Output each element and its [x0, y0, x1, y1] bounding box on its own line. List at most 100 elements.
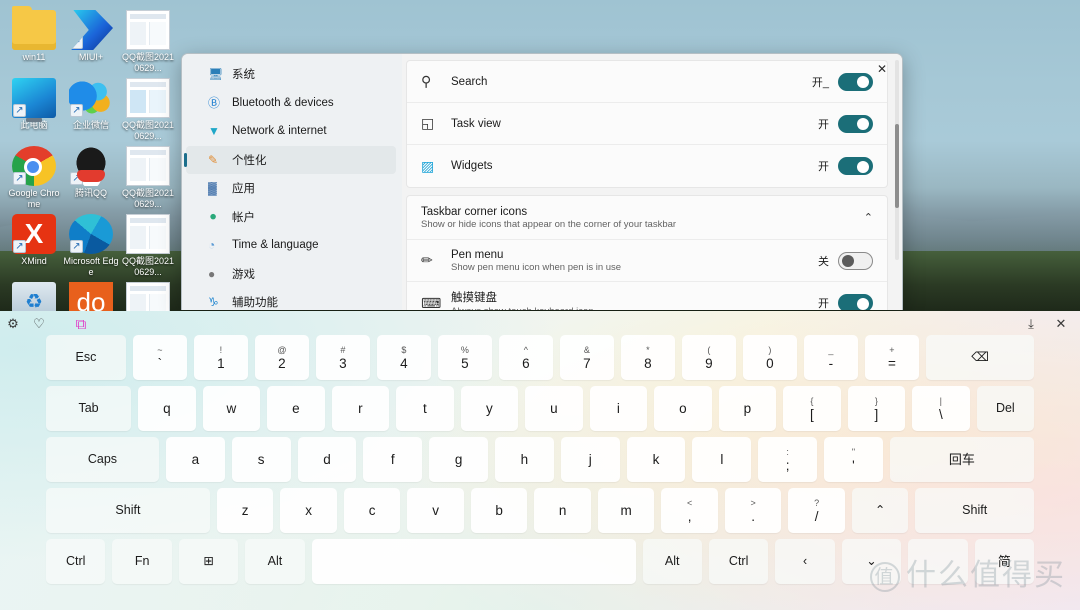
key-z[interactable]: z: [216, 488, 274, 533]
sidebar-item-6[interactable]: ◔ Time & language: [182, 231, 402, 260]
key-7[interactable]: & 7: [559, 335, 614, 380]
desktop-icon[interactable]: QQ截图20210629...: [120, 10, 176, 74]
key-windows[interactable]: ⊞: [178, 539, 239, 584]
key-p[interactable]: p: [718, 386, 777, 431]
close-keyboard-icon[interactable]: ✕: [1052, 315, 1070, 333]
key-ime-simplified[interactable]: 简: [974, 539, 1035, 584]
content-scrollbar[interactable]: [895, 60, 899, 260]
chevron-up-icon[interactable]: ⌃: [864, 211, 873, 224]
key-alt-right[interactable]: Alt: [642, 539, 702, 584]
key-delete[interactable]: Del: [976, 386, 1035, 431]
desktop-icon[interactable]: QQ截图20210629...: [120, 214, 176, 278]
key-backslash[interactable]: | \: [912, 386, 970, 431]
key-esc[interactable]: Esc: [46, 335, 126, 380]
key-equals[interactable]: + =: [864, 335, 919, 380]
key-l[interactable]: l: [692, 437, 752, 482]
key-bracket-right[interactable]: }]: [847, 386, 906, 431]
desktop-icon[interactable]: ↗ 腾讯QQ: [63, 146, 119, 199]
key-fn[interactable]: Fn: [112, 539, 172, 584]
key-f[interactable]: f: [363, 437, 423, 482]
key-2[interactable]: @2: [254, 335, 309, 380]
toggle-switch[interactable]: [838, 294, 873, 310]
toggle-switch[interactable]: [838, 251, 873, 270]
toggle-switch[interactable]: [838, 157, 873, 175]
key-b[interactable]: b: [470, 488, 528, 533]
key-5[interactable]: % 5: [437, 335, 492, 380]
key-comma[interactable]: <,: [661, 488, 718, 533]
desktop-icon[interactable]: QQ截图20210629...: [120, 146, 176, 210]
close-window-button[interactable]: ✕: [869, 60, 895, 78]
key-9[interactable]: (9: [681, 335, 736, 380]
sidebar-item-3[interactable]: ✎ 个性化: [184, 145, 396, 174]
key-tab[interactable]: Tab: [46, 386, 132, 431]
key-backtick[interactable]: ~ `: [132, 335, 187, 380]
key-8[interactable]: * 8: [620, 335, 675, 380]
toggle-switch[interactable]: [838, 114, 873, 133]
key-m[interactable]: m: [597, 488, 655, 533]
key-ctrl-right[interactable]: Ctrl: [708, 539, 769, 584]
favorites-icon[interactable]: ♡: [30, 315, 48, 333]
key-arrow-down[interactable]: ⌄: [841, 539, 902, 584]
key-n[interactable]: n: [534, 488, 591, 533]
key-r[interactable]: r: [331, 386, 390, 431]
key-slash[interactable]: ? /: [788, 488, 845, 533]
key-space[interactable]: [311, 539, 636, 584]
scrollbar-thumb[interactable]: [895, 124, 899, 208]
key-arrow-left[interactable]: ‹: [775, 539, 835, 584]
desktop-icon[interactable]: ↗ 企业微信: [63, 78, 119, 131]
desktop-icon[interactable]: ↗ 此电脑: [6, 78, 62, 131]
desktop-icon[interactable]: ↗ MIUI+: [63, 10, 119, 63]
key-u[interactable]: u: [525, 386, 583, 431]
sidebar-item-4[interactable]: ▓ 应用: [182, 174, 402, 203]
sidebar-item-7[interactable]: ● 游戏: [182, 260, 402, 289]
toggle-switch[interactable]: [838, 72, 873, 91]
key-6[interactable]: ^ 6: [498, 335, 553, 380]
key-arrow-up[interactable]: ⌃: [851, 488, 909, 533]
sidebar-item-1[interactable]: Ⓑ Bluetooth & devices: [182, 89, 402, 118]
key-a[interactable]: a: [165, 437, 225, 482]
key-4[interactable]: $4: [376, 335, 431, 380]
desktop-icon[interactable]: ↗ XMind: [6, 214, 62, 267]
key-minus[interactable]: _ -: [803, 335, 858, 380]
key-i[interactable]: i: [589, 386, 648, 431]
key-quote[interactable]: " ': [824, 437, 883, 482]
desktop-icon[interactable]: ↗ Google Chrome: [6, 146, 62, 210]
key-y[interactable]: y: [460, 386, 519, 431]
key-k[interactable]: k: [626, 437, 686, 482]
key-g[interactable]: g: [429, 437, 488, 482]
key-s[interactable]: s: [231, 437, 291, 482]
key-c[interactable]: c: [343, 488, 401, 533]
key-q[interactable]: q: [138, 386, 196, 431]
key-semicolon[interactable]: :;: [758, 437, 818, 482]
key-3[interactable]: #3: [315, 335, 370, 380]
desktop-icon[interactable]: ↗ Microsoft Edge: [63, 214, 119, 278]
key-enter[interactable]: 回车: [889, 437, 1034, 482]
section-header[interactable]: Taskbar corner icons Show or hide icons t…: [407, 196, 887, 240]
key-alt-left[interactable]: Alt: [245, 539, 305, 584]
settings-gear-icon[interactable]: ⚙: [4, 315, 22, 333]
clipboard-icon[interactable]: ⧉: [72, 315, 90, 333]
dock-keyboard-icon[interactable]: ⤓: [1022, 315, 1040, 333]
key-t[interactable]: t: [396, 386, 454, 431]
sidebar-item-2[interactable]: ▼ Network & internet: [182, 117, 402, 146]
key-x[interactable]: x: [280, 488, 337, 533]
desktop-icon[interactable]: QQ截图20210629...: [120, 78, 176, 142]
sidebar-item-5[interactable]: ⚫ 帐户: [182, 203, 402, 232]
desktop-icon[interactable]: [120, 282, 176, 313]
key-v[interactable]: v: [407, 488, 464, 533]
key-j[interactable]: j: [560, 437, 620, 482]
key-bracket-left[interactable]: {[: [783, 386, 841, 431]
desktop-icon[interactable]: [6, 282, 62, 313]
key-1[interactable]: ! 1: [193, 335, 248, 380]
key-capslock[interactable]: Caps: [46, 437, 159, 482]
key-h[interactable]: h: [494, 437, 554, 482]
desktop-icon[interactable]: [63, 282, 119, 313]
sidebar-item-0[interactable]: 🖥 系统: [182, 60, 402, 89]
key-0[interactable]: ) 0: [742, 335, 797, 380]
key-period[interactable]: >.: [724, 488, 782, 533]
desktop-icon[interactable]: win11: [6, 6, 62, 63]
key-shift-left[interactable]: Shift: [46, 488, 210, 533]
key-e[interactable]: e: [267, 386, 325, 431]
key-ctrl-left[interactable]: Ctrl: [46, 539, 106, 584]
key-blank[interactable]: [908, 539, 968, 584]
